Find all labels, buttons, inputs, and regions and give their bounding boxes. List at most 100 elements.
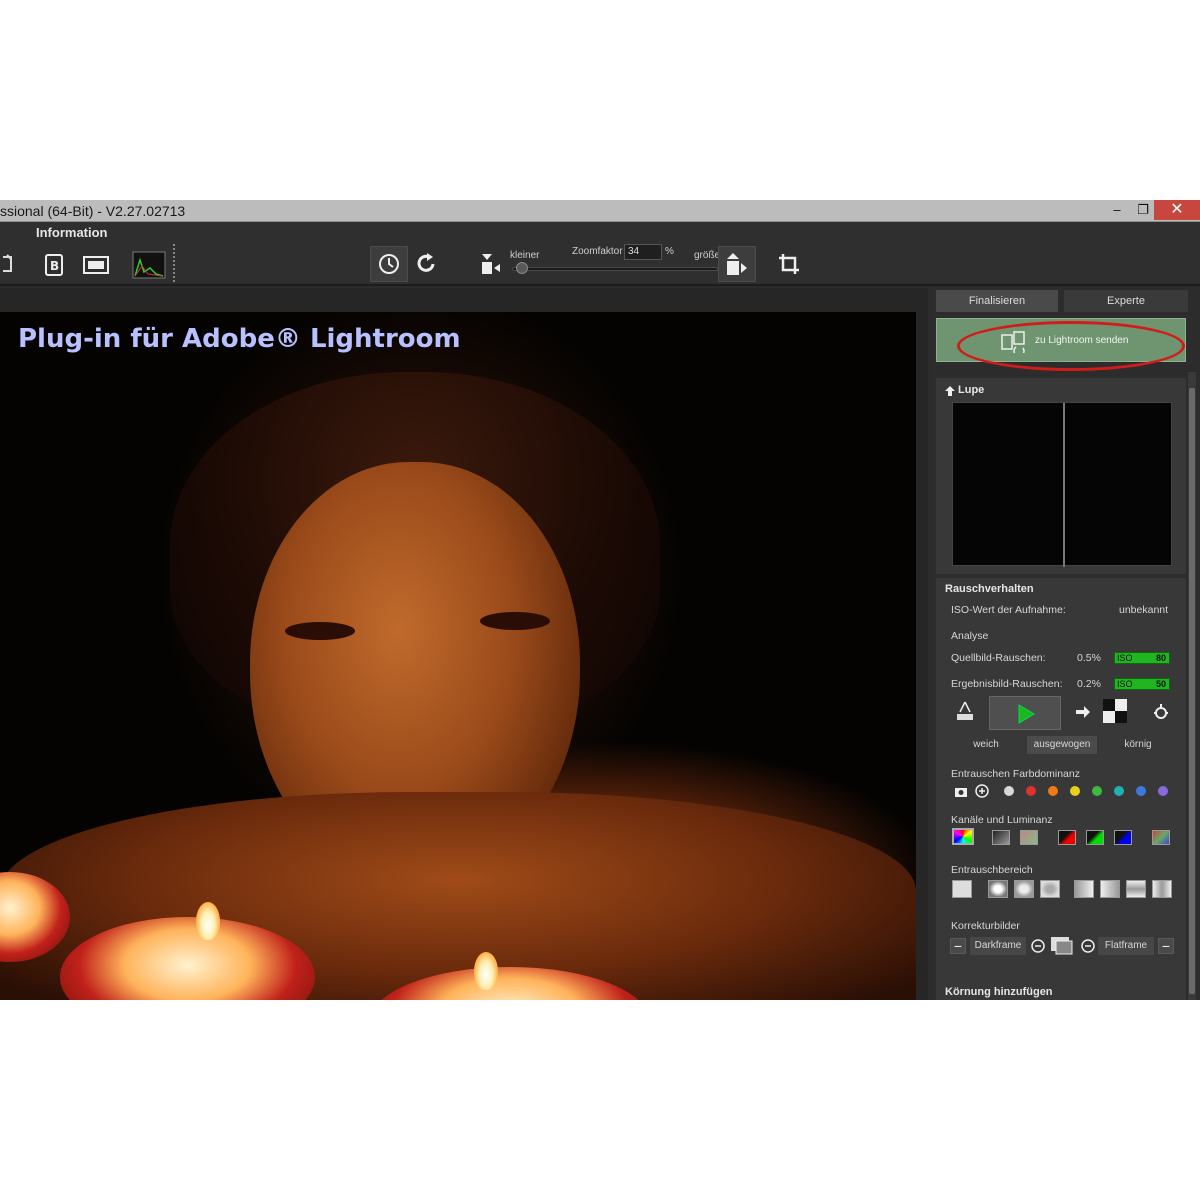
- result-iso-value: 50: [1155, 679, 1166, 689]
- range-gradient-c-chip[interactable]: [1152, 880, 1172, 898]
- zoom-smaller-label: kleiner: [510, 250, 540, 261]
- batch-icon[interactable]: B: [42, 252, 68, 278]
- channel-rgb-chip[interactable]: [952, 828, 974, 845]
- zoom-in-icon[interactable]: [718, 246, 756, 282]
- overlay-title: Plug-in für Adobe® Lightroom: [18, 324, 461, 354]
- loupe-divider[interactable]: [1063, 403, 1065, 567]
- mode-koernig[interactable]: körnig: [1103, 736, 1173, 754]
- lupe-title: Lupe: [958, 384, 985, 396]
- settings-gear-icon[interactable]: [1150, 700, 1172, 722]
- minimize-button[interactable]: –: [1104, 200, 1130, 220]
- result-iso-tag: ISO: [1117, 679, 1133, 689]
- dominance-dot-green[interactable]: [1092, 786, 1102, 796]
- crop-rotate-icon[interactable]: [776, 250, 802, 278]
- source-noise-value: 0.5%: [1077, 652, 1101, 664]
- photo-right-eye: [480, 612, 550, 630]
- histogram-icon[interactable]: [132, 250, 166, 280]
- correction-label: Korrekturbilder: [951, 920, 1020, 932]
- toolbar-separator: [173, 244, 175, 282]
- channel-color-chip[interactable]: [1020, 830, 1038, 845]
- send-to-lightroom-button[interactable]: zu Lightroom senden: [936, 318, 1186, 371]
- iso-value: unbekannt: [1119, 604, 1169, 616]
- tab-experte[interactable]: Experte: [1064, 290, 1188, 312]
- channel-red-chip[interactable]: [1058, 830, 1076, 845]
- start-analysis-button[interactable]: [989, 696, 1061, 730]
- range-gradient-h-chip[interactable]: [1074, 880, 1094, 898]
- channel-all-chip[interactable]: [1152, 830, 1170, 845]
- filmstrip-icon[interactable]: [82, 252, 110, 278]
- dominance-dot-red[interactable]: [1026, 786, 1036, 796]
- flatframe-minus-button[interactable]: −: [1158, 938, 1174, 954]
- highlight-oval: [957, 321, 1185, 371]
- range-full-chip[interactable]: [952, 880, 972, 898]
- mode-ausgewogen[interactable]: ausgewogen: [1027, 736, 1097, 754]
- range-label: Entrauschbereich: [951, 864, 1033, 876]
- result-noise-value: 0.2%: [1077, 678, 1101, 690]
- darkframe-swap-icon[interactable]: [1030, 938, 1046, 959]
- right-panel: Finalisieren Experte zu Lightroom senden…: [930, 288, 1200, 1000]
- darkframe-button[interactable]: Darkframe: [970, 937, 1026, 955]
- image-viewport[interactable]: Plug-in für Adobe® Lightroom: [0, 288, 928, 1000]
- zoom-slider-handle[interactable]: [516, 262, 528, 274]
- zoom-factor-label: Zoomfaktor: [572, 246, 623, 257]
- arrow-up-icon[interactable]: [944, 384, 956, 402]
- menu-information[interactable]: Information: [36, 225, 108, 240]
- dominance-dot-violet[interactable]: [1158, 786, 1168, 796]
- play-icon: [1016, 704, 1036, 729]
- result-iso-bar: ISO 50: [1114, 678, 1170, 690]
- history-icon[interactable]: [370, 246, 408, 282]
- range-center-chip[interactable]: [988, 880, 1008, 898]
- range-gradient-v-chip[interactable]: [1126, 880, 1146, 898]
- dominance-dot-cyan[interactable]: [1114, 786, 1124, 796]
- dominance-dot-white[interactable]: [1004, 786, 1014, 796]
- flatframe-button[interactable]: Flatframe: [1098, 937, 1154, 955]
- darkframe-minus-button[interactable]: −: [950, 938, 966, 954]
- source-noise-label: Quellbild-Rauschen:: [951, 652, 1046, 664]
- measure-icon[interactable]: [954, 700, 976, 722]
- window-title: ssional (64-Bit) - V2.27.02713: [0, 203, 186, 219]
- source-iso-tag: ISO: [1117, 653, 1133, 663]
- pointer-hand-icon[interactable]: [1072, 700, 1094, 722]
- photo-preview[interactable]: Plug-in für Adobe® Lightroom: [0, 312, 916, 1000]
- channel-luminance-chip[interactable]: [992, 830, 1010, 845]
- analysis-label: Analyse: [951, 630, 989, 642]
- range-edge-chip[interactable]: [1040, 880, 1060, 898]
- maximize-button[interactable]: ❐: [1130, 200, 1156, 220]
- channel-blue-chip[interactable]: [1114, 830, 1132, 845]
- iso-label: ISO-Wert der Aufnahme:: [951, 604, 1066, 616]
- panel-scrollbar[interactable]: [1188, 372, 1196, 1000]
- zoom-slider[interactable]: [512, 267, 718, 271]
- photo-flame-center: [196, 902, 220, 940]
- range-gradient-h2-chip[interactable]: [1100, 880, 1120, 898]
- zoom-out-icon[interactable]: [478, 250, 502, 278]
- channel-green-chip[interactable]: [1086, 830, 1104, 845]
- grain-title: Körnung hinzufügen: [945, 986, 1053, 998]
- noise-title: Rauschverhalten: [945, 583, 1034, 595]
- lupe-section: Lupe: [936, 378, 1186, 574]
- noise-section: Rauschverhalten ISO-Wert der Aufnahme: u…: [936, 578, 1186, 1000]
- camera-icon[interactable]: [954, 785, 968, 803]
- svg-text:B: B: [50, 259, 59, 273]
- flatframe-swap-icon[interactable]: [1080, 938, 1096, 959]
- source-iso-value: 80: [1155, 653, 1166, 663]
- tab-finalisieren[interactable]: Finalisieren: [936, 290, 1058, 312]
- dominance-dot-orange[interactable]: [1048, 786, 1058, 796]
- panel-scrollbar-thumb[interactable]: [1189, 388, 1195, 994]
- dominance-dot-yellow[interactable]: [1070, 786, 1080, 796]
- mode-weich[interactable]: weich: [951, 736, 1021, 754]
- zoom-factor-input[interactable]: 34: [624, 244, 662, 260]
- app-window: ssional (64-Bit) - V2.27.02713 – ❐ ✕ Inf…: [0, 200, 1200, 1000]
- redo-icon[interactable]: [414, 248, 440, 280]
- title-bar: ssional (64-Bit) - V2.27.02713 – ❐ ✕: [0, 200, 1200, 222]
- frames-icon[interactable]: [1050, 934, 1074, 961]
- export-icon[interactable]: [0, 252, 14, 276]
- range-mid-chip[interactable]: [1014, 880, 1034, 898]
- close-button[interactable]: ✕: [1154, 200, 1200, 220]
- contrast-icon[interactable]: [1102, 698, 1128, 724]
- zoom-unit: %: [665, 246, 674, 257]
- photo-left-eye: [285, 622, 355, 640]
- eyedropper-icon[interactable]: [975, 784, 989, 803]
- loupe-preview[interactable]: [952, 402, 1172, 567]
- dominance-dot-blue[interactable]: [1136, 786, 1146, 796]
- toolbar: Information B kleiner Zoomfaktor 34 % gr…: [0, 222, 1200, 286]
